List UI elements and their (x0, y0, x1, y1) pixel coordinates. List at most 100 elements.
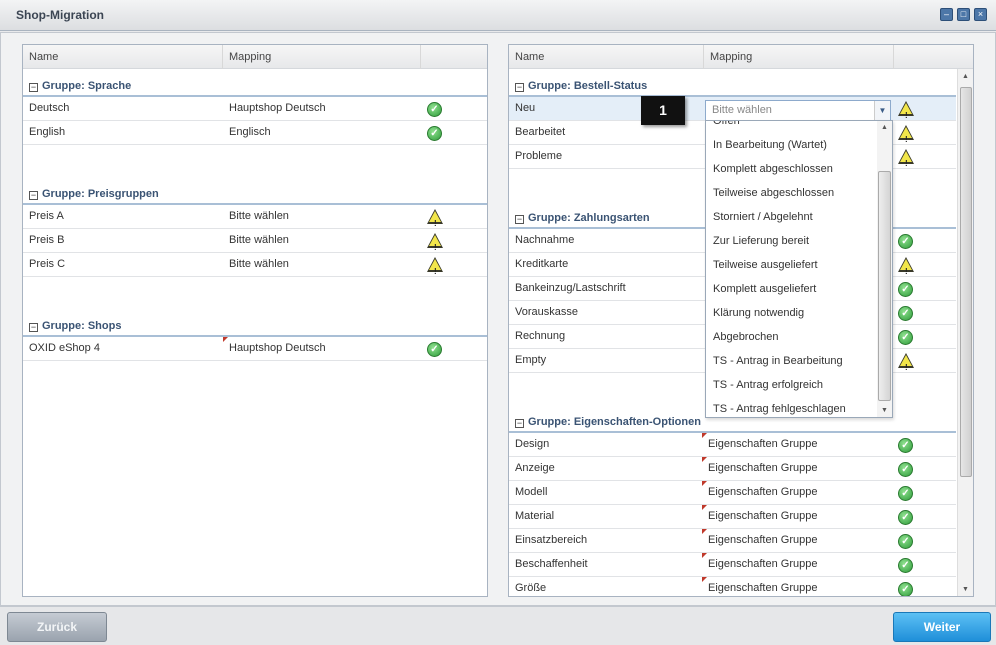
row-mapping[interactable]: Eigenschaften Gruppe (708, 529, 817, 551)
group-header[interactable]: − Gruppe: Shops (23, 315, 487, 337)
row-mapping[interactable]: Bitte wählen (229, 253, 289, 275)
scroll-up-icon[interactable]: ▲ (881, 124, 888, 131)
collapse-icon[interactable]: − (515, 83, 524, 92)
dropdown-option[interactable]: TS - Antrag in Bearbeitung (706, 349, 876, 373)
table-row[interactable]: Einsatzbereich Eigenschaften Gruppe ✓ (509, 529, 956, 553)
column-header-mapping[interactable]: Mapping (704, 45, 894, 69)
table-row[interactable]: English Englisch ✓ (23, 121, 487, 145)
group-label: Gruppe: Bestell-Status (528, 80, 648, 92)
check-icon: ✓ (898, 582, 913, 596)
group-header[interactable]: − Gruppe: Preisgruppen (23, 183, 487, 205)
row-mapping[interactable]: Eigenschaften Gruppe (708, 457, 817, 479)
check-icon: ✓ (427, 102, 442, 117)
table-row[interactable]: OXID eShop 4 Hauptshop Deutsch ✓ (23, 337, 487, 361)
scrollbar-thumb[interactable] (960, 87, 972, 477)
collapse-icon[interactable]: − (515, 215, 524, 224)
row-name: Modell (515, 486, 548, 498)
group-header[interactable]: − Gruppe: Sprache (23, 75, 487, 97)
row-name: Preis C (29, 258, 66, 270)
check-icon: ✓ (898, 282, 913, 297)
scrollbar-thumb[interactable] (878, 171, 891, 401)
group-header[interactable]: − Gruppe: Bestell-Status (509, 75, 956, 97)
scroll-down-icon[interactable]: ▼ (881, 407, 888, 414)
column-header-name[interactable]: Name (509, 45, 704, 69)
warning-icon: ! (898, 101, 914, 120)
minimize-icon[interactable]: – (940, 8, 953, 21)
row-name: Beschaffenheit (515, 558, 588, 570)
dropdown-option[interactable]: TS - Antrag erfolgreich (706, 373, 876, 397)
warning-icon: ! (898, 257, 914, 276)
row-mapping[interactable]: Hauptshop Deutsch (229, 97, 326, 119)
dropdown-option[interactable]: Klärung notwendig (706, 301, 876, 325)
dropdown-option[interactable]: Komplett ausgeliefert (706, 277, 876, 301)
row-mapping[interactable]: Englisch (229, 121, 271, 143)
row-mapping[interactable]: Hauptshop Deutsch (229, 337, 326, 359)
chevron-down-icon[interactable]: ▼ (874, 101, 890, 120)
row-name: Empty (515, 354, 547, 366)
check-icon: ✓ (898, 510, 913, 525)
title-bar: Shop-Migration – □ × (0, 0, 996, 31)
grid-scrollbar[interactable]: ▲ ▼ (957, 69, 973, 596)
dropdown-option[interactable]: Abgebrochen (706, 325, 876, 349)
table-row[interactable]: Beschaffenheit Eigenschaften Gruppe ✓ (509, 553, 956, 577)
row-mapping[interactable]: Eigenschaften Gruppe (708, 505, 817, 527)
dropdown-scrollbar[interactable]: ▲ ▼ (877, 121, 892, 417)
row-mapping[interactable]: Bitte wählen (229, 229, 289, 251)
table-row[interactable]: Design Eigenschaften Gruppe ✓ (509, 433, 956, 457)
column-header-name[interactable]: Name (23, 45, 223, 69)
callout-badge: 1 (641, 96, 685, 125)
changed-marker-icon (702, 553, 707, 558)
mapping-select[interactable]: Bitte wählen ▼ (705, 100, 891, 121)
collapse-icon[interactable]: − (29, 323, 38, 332)
dropdown-option[interactable]: Komplett abgeschlossen (706, 157, 876, 181)
row-name: Neu (515, 102, 536, 114)
table-row[interactable]: Größe Eigenschaften Gruppe ✓ (509, 577, 956, 596)
row-mapping[interactable]: Eigenschaften Gruppe (708, 577, 817, 596)
maximize-icon[interactable]: □ (957, 8, 970, 21)
row-name: Probleme (515, 150, 563, 162)
close-icon[interactable]: × (974, 8, 987, 21)
dropdown-option[interactable]: Storniert / Abgelehnt (706, 205, 876, 229)
changed-marker-icon (702, 433, 707, 438)
next-button[interactable]: Weiter (893, 612, 991, 642)
scroll-down-icon[interactable]: ▼ (962, 586, 969, 593)
changed-marker-icon (702, 505, 707, 510)
dropdown-option[interactable]: TS - Antrag fehlgeschlagen (706, 397, 876, 417)
dropdown-option[interactable]: Zur Lieferung bereit (706, 229, 876, 253)
table-row[interactable]: Preis A Bitte wählen! (23, 205, 487, 229)
table-row[interactable]: Deutsch Hauptshop Deutsch ✓ (23, 97, 487, 121)
dropdown-option[interactable]: Offen (706, 121, 876, 133)
check-icon: ✓ (898, 486, 913, 501)
collapse-icon[interactable]: − (29, 191, 38, 200)
window-title: Shop-Migration (16, 8, 104, 22)
row-mapping[interactable]: Eigenschaften Gruppe (708, 433, 817, 455)
dropdown-option[interactable]: Teilweise ausgeliefert (706, 253, 876, 277)
dropdown-option[interactable]: Teilweise abgeschlossen (706, 181, 876, 205)
column-header-mapping[interactable]: Mapping (223, 45, 421, 69)
row-mapping[interactable]: Bitte wählen (229, 205, 289, 227)
row-name: Bearbeitet (515, 126, 566, 138)
scroll-up-icon[interactable]: ▲ (962, 73, 969, 80)
group-label: Gruppe: Shops (42, 320, 122, 332)
row-name: Einsatzbereich (515, 534, 588, 546)
collapse-icon[interactable]: − (515, 419, 524, 428)
row-name: Rechnung (515, 330, 566, 342)
row-mapping[interactable]: Eigenschaften Gruppe (708, 481, 817, 503)
table-row[interactable]: Material Eigenschaften Gruppe ✓ (509, 505, 956, 529)
group-label: Gruppe: Sprache (42, 80, 132, 92)
row-name: Bankeinzug/Lastschrift (515, 282, 626, 294)
table-row[interactable]: Preis B Bitte wählen! (23, 229, 487, 253)
changed-marker-icon (702, 529, 707, 534)
row-name: Vorauskasse (515, 306, 578, 318)
table-row[interactable]: Modell Eigenschaften Gruppe ✓ (509, 481, 956, 505)
row-mapping[interactable]: Eigenschaften Gruppe (708, 553, 817, 575)
changed-marker-icon (702, 457, 707, 462)
collapse-icon[interactable]: − (29, 83, 38, 92)
changed-marker-icon (702, 481, 707, 486)
grid-header: Name Mapping (509, 45, 973, 69)
table-row[interactable]: Preis C Bitte wählen! (23, 253, 487, 277)
select-value: Bitte wählen (712, 104, 772, 116)
table-row[interactable]: Anzeige Eigenschaften Gruppe ✓ (509, 457, 956, 481)
back-button[interactable]: Zurück (7, 612, 107, 642)
dropdown-option[interactable]: In Bearbeitung (Wartet) (706, 133, 876, 157)
